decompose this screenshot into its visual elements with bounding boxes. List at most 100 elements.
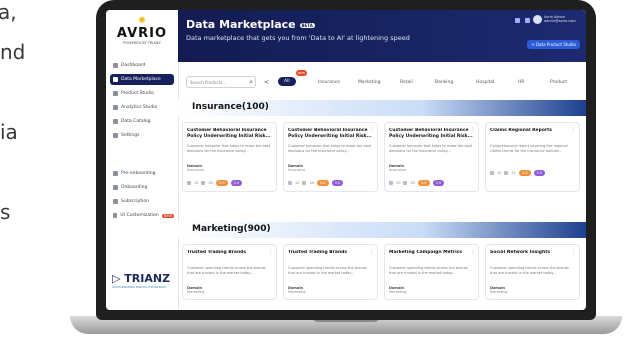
footer-brand-name: ▷ TRIANZ: [112, 272, 174, 285]
avatar[interactable]: [533, 15, 542, 24]
sidebar-item-ui-customization[interactable]: UI Customization NEW: [110, 210, 174, 221]
like-icon: [302, 181, 307, 185]
sidebar-item-label: Settings: [121, 133, 140, 138]
card-likes: 41: [511, 171, 516, 175]
more-options-icon[interactable]: ⋮: [571, 249, 576, 255]
section-title-text: Insurance(100): [192, 102, 269, 112]
background-text-3: ia: [0, 120, 18, 144]
search-input[interactable]: Search Products... ⌕: [186, 76, 256, 88]
rating-pill: 5.0: [518, 170, 531, 176]
more-options-icon[interactable]: ⋮: [571, 127, 576, 133]
onboard-icon: [113, 185, 118, 190]
card-footer: 10 45 5.0 3.5: [288, 180, 373, 186]
card-domain: Marketing: [389, 290, 407, 294]
more-options-icon[interactable]: ⋮: [470, 249, 475, 255]
card-description: Customer behavior that helps to make the…: [288, 144, 372, 153]
new-badge: NEW: [296, 70, 308, 76]
sidebar-item-label: Data Catalog: [121, 119, 151, 124]
sidebar-item-label: Data Marketplace: [121, 77, 161, 82]
sidebar-item-label: Dashboard: [121, 63, 146, 68]
box-icon: [113, 91, 118, 96]
upload-icon: [113, 171, 118, 176]
marketing-cards: Trusted Trading Brands ⋮ Customer spendi…: [182, 244, 582, 300]
sidebar-item-pre-onboarding[interactable]: Pre-onboarding: [110, 168, 174, 179]
card-description: Customer spending trends across the bran…: [187, 266, 266, 275]
card-description: Comprehensive report covering the region…: [490, 144, 568, 153]
card-likes: 45: [309, 181, 314, 185]
search-placeholder: Search Products...: [190, 79, 227, 85]
subscription-icon: [113, 199, 118, 204]
tab-insurance[interactable]: Insurance: [318, 80, 340, 85]
logo-subtitle: POWERED BY TRIANZ: [123, 41, 161, 45]
more-options-icon[interactable]: ⋮: [369, 249, 374, 255]
tab-retail[interactable]: Retail: [400, 80, 413, 85]
sidebar-item-label: Analytics Studio: [121, 105, 158, 110]
tab-hospital[interactable]: Hospital: [476, 80, 494, 85]
view-icon: [187, 181, 191, 185]
page-title-text: Data Marketplace: [186, 18, 296, 31]
sidebar-item-label: Product Studio: [121, 91, 154, 96]
logo[interactable]: ✺ AVRIO POWERED BY TRIANZ: [112, 16, 172, 45]
sidebar-item-label: Onboarding: [121, 185, 148, 190]
card-views: 10: [194, 181, 199, 185]
page-subtitle: Data marketplace that gets you from 'Dat…: [186, 34, 410, 42]
more-options-icon[interactable]: ⋮: [470, 127, 475, 133]
sidebar-item-label: UI Customization: [120, 213, 159, 218]
background-text-1: a,: [0, 0, 17, 24]
product-card[interactable]: Customer Behavioral Insurance Policy Und…: [283, 122, 378, 192]
section-title-insurance: Insurance(100): [178, 100, 586, 116]
product-card[interactable]: Customer Behavioral Insurance Policy Und…: [384, 122, 479, 192]
tab-banking[interactable]: Banking: [435, 80, 453, 85]
product-card[interactable]: Trusted Trading Brands ⋮ Customer spendi…: [283, 244, 378, 300]
card-likes: 45: [208, 181, 213, 185]
card-domain: Marketing: [187, 290, 205, 294]
sidebar-item-dashboard[interactable]: Dashboard: [110, 60, 174, 71]
like-icon: [201, 181, 206, 185]
sidebar-lower-nav: Pre-onboarding Onboarding Subscription U…: [110, 168, 174, 224]
product-card[interactable]: Social Network Insights ⋮ Customer spend…: [485, 244, 580, 300]
user-email: admin@avrio.com: [544, 19, 576, 23]
sidebar-item-data-marketplace[interactable]: Data Marketplace: [110, 74, 174, 85]
chart-icon: [113, 105, 118, 110]
section-title-text: Marketing(900): [192, 224, 271, 234]
data-product-studio-button[interactable]: + Data Product Studio: [527, 40, 580, 49]
sidebar: ✺ AVRIO POWERED BY TRIANZ Dashboard Data…: [106, 10, 179, 310]
user-info[interactable]: Avrio Admin admin@avrio.com: [544, 15, 580, 23]
tab-hr[interactable]: HR: [518, 80, 525, 85]
sidebar-item-onboarding[interactable]: Onboarding: [110, 182, 174, 193]
prev-arrow-icon[interactable]: <: [264, 79, 269, 86]
card-title: Claims Regional Reports: [490, 128, 552, 133]
search-icon[interactable]: ⌕: [249, 78, 253, 87]
grid-icon: [113, 63, 118, 68]
tab-marketing[interactable]: Marketing: [358, 80, 380, 85]
card-title: Customer Behavioral Insurance Policy Und…: [187, 128, 271, 139]
tab-product[interactable]: Product: [550, 80, 567, 85]
card-description: Customer spending trends across the bran…: [490, 266, 569, 275]
background-text-4: s: [0, 200, 11, 224]
filter-bar: Search Products... ⌕ < NEW All Insurance…: [178, 68, 586, 96]
score-pill: 3.5: [230, 180, 243, 186]
insurance-cards: Customer Behavioral Insurance Policy Und…: [182, 122, 582, 192]
sidebar-item-analytics-studio[interactable]: Analytics Studio: [110, 102, 174, 113]
score-pill: 3.5: [432, 180, 445, 186]
score-pill: 3.5: [533, 170, 546, 176]
sidebar-item-subscription[interactable]: Subscription: [110, 196, 174, 207]
more-options-icon[interactable]: ⋮: [268, 127, 273, 133]
product-card[interactable]: Claims Regional Reports ⋮ Comprehensive …: [485, 122, 580, 192]
more-options-icon[interactable]: ⋮: [369, 127, 374, 133]
sidebar-item-settings[interactable]: Settings: [110, 130, 174, 141]
product-card[interactable]: Marketing Campaign Metrics ⋮ Customer sp…: [384, 244, 479, 300]
sidebar-item-data-catalog[interactable]: Data Catalog: [110, 116, 174, 127]
notification-icon[interactable]: [515, 18, 520, 23]
tab-all[interactable]: All: [278, 77, 296, 86]
store-icon: [113, 77, 118, 82]
settings-icon[interactable]: [525, 18, 530, 23]
rating-pill: 5.0: [417, 180, 430, 186]
sidebar-item-product-studio[interactable]: Product Studio: [110, 88, 174, 99]
page-header: Data Marketplace BETA Data marketplace t…: [178, 10, 586, 62]
more-options-icon[interactable]: ⋮: [268, 249, 273, 255]
product-card[interactable]: Customer Behavioral Insurance Policy Und…: [182, 122, 277, 192]
sidebar-item-label: Subscription: [121, 199, 149, 204]
footer-brand: ▷ TRIANZ ACCELERATING DIGITAL EVOLUTION: [112, 272, 174, 289]
product-card[interactable]: Trusted Trading Brands ⋮ Customer spendi…: [182, 244, 277, 300]
